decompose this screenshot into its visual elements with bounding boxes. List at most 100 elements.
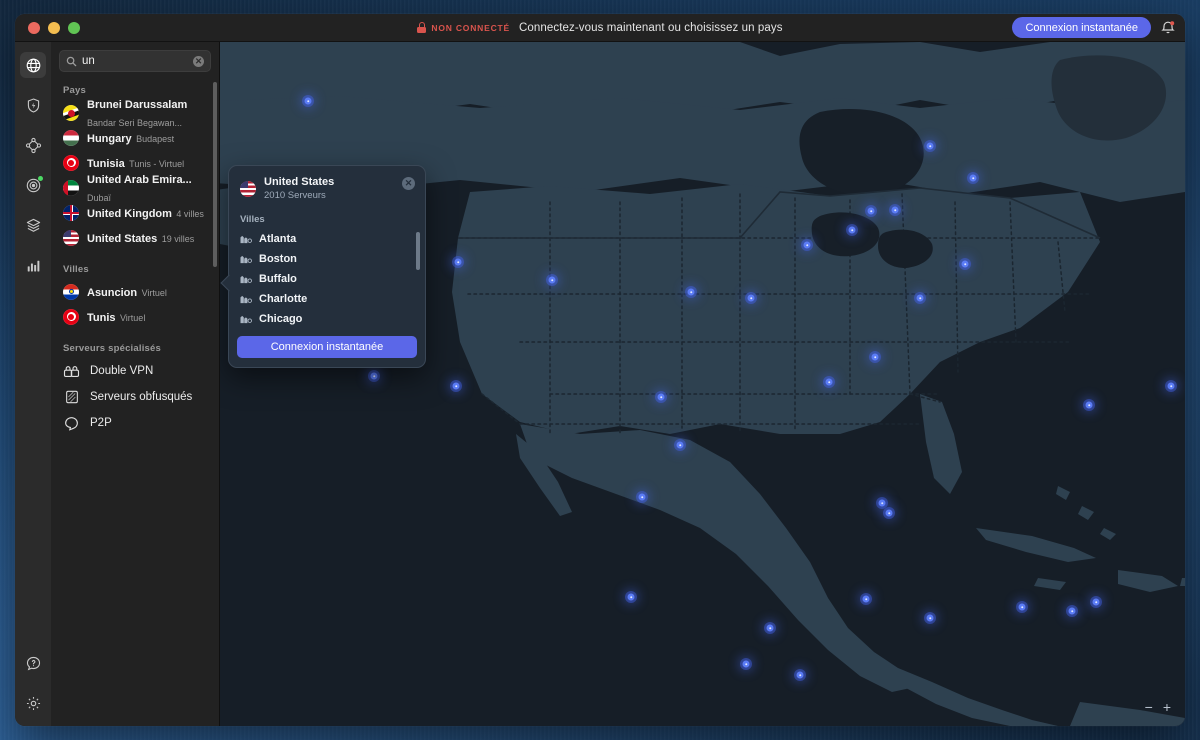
list-item[interactable]: Tunis Virtuel bbox=[51, 304, 219, 329]
sidebar-item-p2p[interactable]: P2P bbox=[51, 410, 219, 436]
list-item[interactable]: Chicago bbox=[229, 309, 425, 329]
list-item[interactable]: Buffalo bbox=[229, 269, 425, 289]
server-pin[interactable] bbox=[867, 207, 875, 215]
connection-state: NON CONNECTÉ bbox=[417, 22, 510, 33]
title-bar-message: Connectez-vous maintenant ou choisissez … bbox=[518, 21, 783, 34]
list-item[interactable]: Boston bbox=[229, 249, 425, 269]
server-pin[interactable] bbox=[766, 624, 774, 632]
server-pin[interactable] bbox=[638, 493, 646, 501]
city-subtitle: Virtuel bbox=[119, 312, 146, 323]
maximize-window-button[interactable] bbox=[68, 21, 80, 34]
rail-item-settings-gear-icon[interactable] bbox=[20, 690, 46, 716]
window-content: ✕ Pays Brunei Darussalam Bandar Seri Beg… bbox=[15, 42, 1185, 726]
server-pin[interactable] bbox=[926, 614, 934, 622]
clear-icon[interactable]: ✕ bbox=[193, 55, 204, 67]
sidebar-list[interactable]: Pays Brunei Darussalam Bandar Seri Begaw… bbox=[51, 78, 219, 726]
server-pin[interactable] bbox=[676, 441, 684, 449]
server-pin[interactable] bbox=[803, 241, 811, 249]
server-pin[interactable] bbox=[1018, 603, 1026, 611]
server-pin[interactable] bbox=[825, 378, 833, 386]
popup-city-list[interactable]: Atlanta Boston Buffalo Charlotte Chicago bbox=[229, 229, 425, 330]
server-pin[interactable] bbox=[916, 294, 924, 302]
server-pin[interactable] bbox=[871, 353, 879, 361]
city-name: Charlotte bbox=[259, 292, 308, 305]
server-pin[interactable] bbox=[961, 260, 969, 268]
close-icon[interactable]: ✕ bbox=[402, 177, 415, 190]
server-pin[interactable] bbox=[926, 142, 934, 150]
double-lock-icon bbox=[63, 363, 80, 380]
server-pin[interactable] bbox=[862, 595, 870, 603]
server-pin[interactable] bbox=[742, 660, 750, 668]
country-subtitle: 4 villes bbox=[176, 208, 204, 219]
server-pin[interactable] bbox=[878, 499, 886, 507]
rail-item-target-icon[interactable] bbox=[20, 172, 46, 198]
server-pin[interactable] bbox=[627, 593, 635, 601]
traffic-lights bbox=[15, 21, 80, 34]
city-icon bbox=[240, 293, 253, 304]
server-pin[interactable] bbox=[969, 174, 977, 182]
server-pin[interactable] bbox=[687, 288, 695, 296]
city-name: Boston bbox=[259, 252, 297, 265]
rail-item-bar-chart-icon[interactable] bbox=[20, 252, 46, 278]
rail-item-layers-icon[interactable] bbox=[20, 212, 46, 238]
country-subtitle: Dubaï bbox=[87, 192, 112, 203]
server-pin[interactable] bbox=[1085, 401, 1093, 409]
list-item[interactable]: Charlotte bbox=[229, 289, 425, 309]
city-name: Buffalo bbox=[259, 272, 297, 285]
server-pin[interactable] bbox=[454, 258, 462, 266]
list-item[interactable]: Brunei Darussalam Bandar Seri Begawan... bbox=[51, 98, 219, 127]
rail-item-shield-bolt-icon[interactable] bbox=[20, 92, 46, 118]
popup-quick-connect-button[interactable]: Connexion instantanée bbox=[237, 335, 417, 358]
server-pin[interactable] bbox=[1092, 598, 1100, 606]
sidebar-item-obfuscated-servers[interactable]: Serveurs obfusqués bbox=[51, 384, 219, 410]
list-item[interactable]: United States 19 villes bbox=[51, 225, 219, 250]
title-bar-status: NON CONNECTÉ Connectez-vous maintenant o… bbox=[15, 22, 1185, 34]
title-bar: NON CONNECTÉ Connectez-vous maintenant o… bbox=[15, 14, 1185, 42]
sidebar-item-double-vpn[interactable]: Double VPN bbox=[51, 358, 219, 384]
server-pin[interactable] bbox=[796, 671, 804, 679]
server-pin[interactable] bbox=[848, 226, 856, 234]
server-pin[interactable] bbox=[304, 97, 312, 105]
zoom-out-button[interactable]: − bbox=[1145, 700, 1153, 714]
server-pin[interactable] bbox=[548, 276, 556, 284]
server-pin[interactable] bbox=[747, 294, 755, 302]
server-pin[interactable] bbox=[1068, 607, 1076, 615]
country-name: Hungary bbox=[87, 132, 132, 145]
specialty-label: P2P bbox=[90, 417, 112, 429]
search-input[interactable] bbox=[82, 55, 188, 67]
close-window-button[interactable] bbox=[28, 21, 40, 34]
search-icon bbox=[66, 56, 77, 67]
world-map[interactable]: United States 2010 Serveurs ✕ Villes Atl… bbox=[220, 42, 1185, 726]
popup-scrollbar[interactable] bbox=[416, 231, 420, 270]
rail-item-globe-icon[interactable] bbox=[20, 52, 46, 78]
popup-section-header: Villes bbox=[240, 213, 265, 225]
server-pin[interactable] bbox=[891, 206, 899, 214]
list-item[interactable]: United Kingdom 4 villes bbox=[51, 200, 219, 225]
list-item[interactable]: United Arab Emira... Dubaï bbox=[51, 174, 219, 203]
server-pin[interactable] bbox=[1167, 382, 1175, 390]
city-icon bbox=[240, 313, 253, 324]
zoom-in-button[interactable]: + bbox=[1163, 700, 1171, 714]
city-name: Tunis bbox=[87, 311, 116, 324]
server-pin[interactable] bbox=[885, 509, 893, 517]
sidebar: ✕ Pays Brunei Darussalam Bandar Seri Beg… bbox=[51, 42, 220, 726]
popup-footer: Connexion instantanée bbox=[229, 330, 425, 367]
city-subtitle: Virtuel bbox=[141, 287, 167, 298]
rail-item-help-icon[interactable] bbox=[20, 650, 46, 676]
server-pin[interactable] bbox=[370, 372, 378, 380]
title-bar-actions: Connexion instantanée bbox=[1012, 17, 1175, 38]
quick-connect-button[interactable]: Connexion instantanée bbox=[1012, 17, 1151, 38]
minimize-window-button[interactable] bbox=[48, 21, 60, 34]
country-name: Brunei Darussalam bbox=[87, 98, 188, 111]
list-item[interactable]: Asuncion Virtuel bbox=[51, 279, 219, 304]
country-name: United States bbox=[87, 232, 158, 245]
list-item[interactable]: Atlanta bbox=[229, 229, 425, 249]
server-pin[interactable] bbox=[452, 382, 460, 390]
flag-icon bbox=[240, 180, 256, 197]
sidebar-scrollbar[interactable] bbox=[213, 82, 217, 267]
notification-bell-icon[interactable] bbox=[1161, 20, 1175, 35]
rail-item-mesh-network-icon[interactable] bbox=[20, 132, 46, 158]
server-pin[interactable] bbox=[657, 393, 665, 401]
search-box[interactable]: ✕ bbox=[59, 50, 211, 72]
country-name: Tunisia bbox=[87, 157, 125, 170]
